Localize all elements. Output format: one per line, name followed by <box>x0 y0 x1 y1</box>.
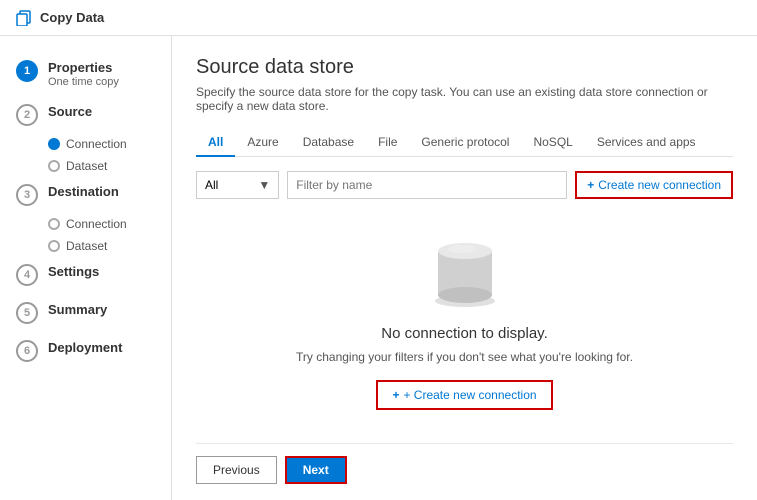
plus-icon-top: + <box>587 178 594 192</box>
tab-azure[interactable]: Azure <box>235 129 290 157</box>
dest-dataset-circle <box>48 240 60 252</box>
empty-state-title: No connection to display. <box>381 325 548 342</box>
tab-file[interactable]: File <box>366 129 409 157</box>
source-connection-label: Connection <box>66 137 127 151</box>
copy-data-icon <box>16 10 32 26</box>
source-dataset-label: Dataset <box>66 159 107 173</box>
sidebar-item-properties[interactable]: 1 Properties One time copy <box>0 52 171 96</box>
source-connection-item[interactable]: Connection <box>48 134 171 154</box>
empty-state: No connection to display. Try changing y… <box>196 215 733 443</box>
source-dataset-circle <box>48 160 60 172</box>
search-input[interactable] <box>287 171 567 199</box>
dest-connection-item[interactable]: Connection <box>48 214 171 234</box>
sidebar-item-source[interactable]: 2 Source <box>0 96 171 134</box>
content-area: Source data store Specify the source dat… <box>172 36 757 500</box>
step-2-content: Source <box>48 104 92 119</box>
sidebar-item-deployment[interactable]: 6 Deployment <box>0 332 171 370</box>
step-3-circle: 3 <box>16 184 38 206</box>
plus-icon-center: + <box>392 388 399 402</box>
tab-all[interactable]: All <box>196 129 235 157</box>
step-1-label: Properties <box>48 60 119 75</box>
step-4-label: Settings <box>48 264 99 279</box>
tab-services-apps[interactable]: Services and apps <box>585 129 708 157</box>
footer: Previous Next <box>196 443 733 484</box>
step-3-label: Destination <box>48 184 119 199</box>
sidebar-item-destination[interactable]: 3 Destination <box>0 176 171 214</box>
filter-row: All ▼ + Create new connection <box>196 171 733 199</box>
previous-button[interactable]: Previous <box>196 456 277 484</box>
create-connection-top-label: Create new connection <box>598 178 721 192</box>
next-button[interactable]: Next <box>285 456 347 484</box>
create-connection-center-button[interactable]: + + Create new connection <box>376 380 552 410</box>
tab-generic-protocol[interactable]: Generic protocol <box>409 129 521 157</box>
page-title: Source data store <box>196 56 733 79</box>
filter-dropdown[interactable]: All ▼ <box>196 171 279 199</box>
tab-nosql[interactable]: NoSQL <box>521 129 584 157</box>
chevron-down-icon: ▼ <box>258 178 270 192</box>
step-3-content: Destination <box>48 184 119 199</box>
database-illustration <box>420 229 510 309</box>
step-5-label: Summary <box>48 302 107 317</box>
sidebar-item-summary[interactable]: 5 Summary <box>0 294 171 332</box>
step-4-circle: 4 <box>16 264 38 286</box>
top-bar: Copy Data <box>0 0 757 36</box>
dest-connection-circle <box>48 218 60 230</box>
step-5-content: Summary <box>48 302 107 317</box>
step-1-content: Properties One time copy <box>48 60 119 88</box>
dest-sub-items: Connection Dataset <box>0 214 171 256</box>
step-4-content: Settings <box>48 264 99 279</box>
page-subtitle: Specify the source data store for the co… <box>196 85 733 113</box>
step-6-label: Deployment <box>48 340 122 355</box>
create-connection-top-button[interactable]: + Create new connection <box>575 171 733 199</box>
create-connection-center-label: + Create new connection <box>403 388 536 402</box>
dest-dataset-item[interactable]: Dataset <box>48 236 171 256</box>
app-title: Copy Data <box>40 10 104 25</box>
step-1-circle: 1 <box>16 60 38 82</box>
step-6-circle: 6 <box>16 340 38 362</box>
step-5-circle: 5 <box>16 302 38 324</box>
empty-state-subtitle: Try changing your filters if you don't s… <box>296 350 633 364</box>
dest-connection-label: Connection <box>66 217 127 231</box>
tab-database[interactable]: Database <box>291 129 366 157</box>
filter-dropdown-value: All <box>205 178 218 192</box>
step-1-sub: One time copy <box>48 76 119 88</box>
source-dataset-item[interactable]: Dataset <box>48 156 171 176</box>
source-connection-circle <box>48 138 60 150</box>
step-6-content: Deployment <box>48 340 122 355</box>
tab-bar: All Azure Database File Generic protocol… <box>196 129 733 157</box>
source-sub-items: Connection Dataset <box>0 134 171 176</box>
sidebar: 1 Properties One time copy 2 Source Conn… <box>0 36 172 500</box>
sidebar-item-settings[interactable]: 4 Settings <box>0 256 171 294</box>
dest-dataset-label: Dataset <box>66 239 107 253</box>
step-2-circle: 2 <box>16 104 38 126</box>
main-layout: 1 Properties One time copy 2 Source Conn… <box>0 36 757 500</box>
step-2-label: Source <box>48 104 92 119</box>
